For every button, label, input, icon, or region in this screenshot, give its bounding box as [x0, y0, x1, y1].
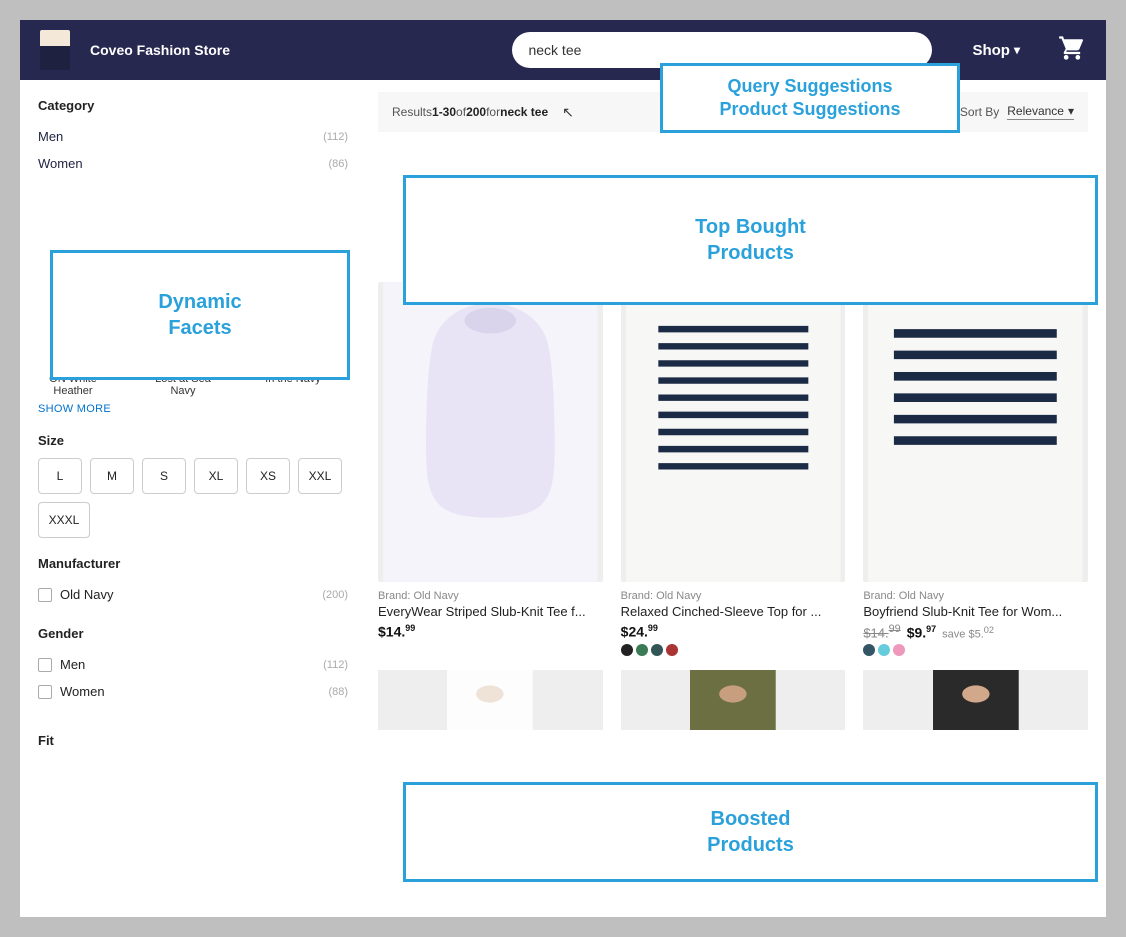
sort-label: Sort By [960, 105, 999, 119]
cursor-icon: ↖ [562, 104, 574, 121]
gender-count: (112) [323, 659, 348, 671]
color-dot[interactable] [893, 644, 905, 656]
manufacturer-option[interactable]: Old Navy (200) [38, 581, 348, 608]
swatch-color [55, 333, 91, 369]
product-grid: Brand: Old Navy EveryWear Striped Slub-K… [378, 282, 1088, 656]
results-range: 1-30 [432, 105, 456, 119]
product-image[interactable] [621, 670, 846, 730]
results-total: 200 [466, 105, 486, 119]
color-dot[interactable] [878, 644, 890, 656]
swatch-color [165, 333, 201, 369]
results-prefix: Results [392, 105, 432, 119]
sidebar: Category Men (112) Women (86) ON White H… [38, 92, 348, 917]
category-label: Women [38, 156, 83, 171]
product-brand: Brand: Old Navy [863, 590, 1088, 602]
product-title: EveryWear Striped Slub-Knit Tee f... [378, 604, 603, 619]
results-query: neck tee [500, 105, 548, 119]
color-dot[interactable] [636, 644, 648, 656]
manufacturer-facet-title: Manufacturer [38, 556, 348, 571]
manufacturer-label: Old Navy [60, 587, 113, 602]
category-women[interactable]: Women (86) [38, 150, 348, 177]
checkbox-icon [38, 658, 52, 672]
product-card[interactable]: Brand: Old Navy EveryWear Striped Slub-K… [378, 282, 603, 656]
size-option[interactable]: XS [246, 458, 290, 494]
product-save: save $5.02 [942, 625, 994, 641]
product-price: $14.99 [378, 623, 415, 640]
gender-option-men[interactable]: Men (112) [38, 651, 348, 678]
product-brand: Brand: Old Navy [378, 590, 603, 602]
show-more-link[interactable]: SHOW MORE [38, 403, 348, 415]
category-label: Men [38, 129, 63, 144]
sort-control[interactable]: Sort By Relevance ▾ [960, 104, 1074, 120]
swatch-label: ON White Heather [49, 373, 97, 397]
product-image[interactable] [863, 670, 1088, 730]
size-option[interactable]: M [90, 458, 134, 494]
brand-name: Coveo Fashion Store [90, 42, 230, 58]
shop-dropdown[interactable]: Shop ▾ [972, 42, 1020, 59]
manufacturer-count: (200) [322, 589, 348, 601]
product-image [863, 282, 1088, 582]
fit-facet-title: Fit [38, 733, 348, 748]
shop-label: Shop [972, 42, 1010, 59]
top-bar: Coveo Fashion Store Shop ▾ [20, 20, 1106, 80]
gender-label: Men [60, 657, 85, 672]
results-of: of [456, 105, 466, 119]
product-old-price: $14.99 [863, 623, 900, 640]
second-product-row [378, 670, 1088, 730]
product-price: $24.99 [621, 623, 658, 640]
size-option[interactable]: L [38, 458, 82, 494]
color-dot[interactable] [863, 644, 875, 656]
checkbox-icon [38, 588, 52, 602]
gender-facet-title: Gender [38, 626, 348, 641]
cart-icon[interactable] [1058, 34, 1086, 67]
category-men[interactable]: Men (112) [38, 123, 348, 150]
swatch-label: Lost at Sea Navy [155, 373, 211, 397]
size-option[interactable]: XXL [298, 458, 342, 494]
results-bar: Results 1-30 of 200 for neck tee ↖ Sort … [378, 92, 1088, 132]
product-image[interactable] [378, 670, 603, 730]
product-image [378, 282, 603, 582]
size-option[interactable]: XL [194, 458, 238, 494]
product-price: $9.97 [907, 624, 936, 641]
gender-label: Women [60, 684, 105, 699]
gender-count: (88) [328, 686, 348, 698]
caret-down-icon: ▾ [1068, 104, 1074, 118]
color-swatch-row: ON White Heather Lost at Sea Navy In the… [38, 333, 348, 397]
size-facet-title: Size [38, 433, 348, 448]
results-for: for [486, 105, 500, 119]
color-dot[interactable] [666, 644, 678, 656]
logo-thumb [40, 30, 70, 70]
color-dot[interactable] [651, 644, 663, 656]
checkbox-icon [38, 685, 52, 699]
size-option[interactable]: S [142, 458, 186, 494]
color-swatch[interactable]: ON White Heather [38, 333, 108, 397]
product-title: Relaxed Cinched-Sleeve Top for ... [621, 604, 846, 619]
product-color-dots [863, 644, 1088, 656]
main-area: Results 1-30 of 200 for neck tee ↖ Sort … [378, 92, 1088, 917]
category-count: (112) [323, 131, 348, 143]
product-color-dots [621, 644, 846, 656]
sort-value: Relevance [1007, 104, 1064, 118]
size-option[interactable]: XXXL [38, 502, 90, 538]
swatch-color [275, 333, 311, 369]
product-image [621, 282, 846, 582]
category-facet-title: Category [38, 98, 348, 113]
gender-option-women[interactable]: Women (88) [38, 678, 348, 705]
category-count: (86) [328, 158, 348, 170]
product-title: Boyfriend Slub-Knit Tee for Wom... [863, 604, 1088, 619]
color-swatch[interactable]: In the Navy [258, 333, 328, 397]
swatch-label: In the Navy [265, 373, 321, 385]
product-brand: Brand: Old Navy [621, 590, 846, 602]
search-box[interactable] [512, 32, 932, 68]
color-dot[interactable] [621, 644, 633, 656]
chevron-down-icon: ▾ [1014, 43, 1020, 57]
product-card[interactable]: Brand: Old Navy Relaxed Cinched-Sleeve T… [621, 282, 846, 656]
search-input[interactable] [528, 42, 916, 58]
product-card[interactable]: Brand: Old Navy Boyfriend Slub-Knit Tee … [863, 282, 1088, 656]
size-grid: L M S XL XS XXL XXXL [38, 458, 348, 538]
color-swatch[interactable]: Lost at Sea Navy [148, 333, 218, 397]
